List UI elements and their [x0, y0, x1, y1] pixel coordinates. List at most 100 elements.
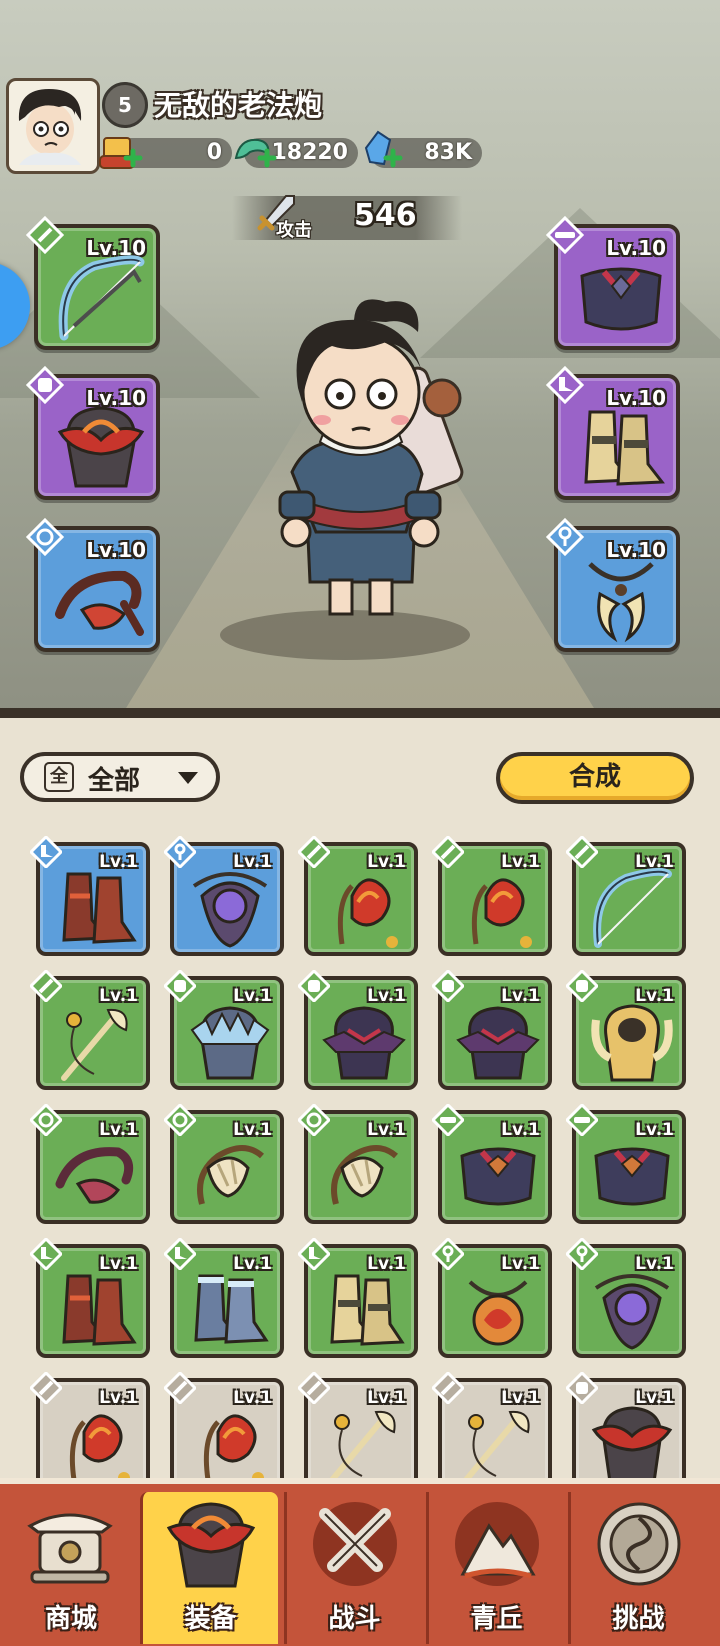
filter-dropdown[interactable]: 全 全部 — [20, 752, 220, 802]
inventory-item[interactable]: Lv.1 — [432, 1104, 552, 1224]
shop-icon — [27, 1513, 113, 1584]
bow-icon — [593, 867, 672, 948]
frost-helmet-icon — [190, 1006, 270, 1080]
inventory-panel: 全 全部 合成 Lv.1 Lv.1 Lv.1 Lv.1 Lv.1 Lv.1 Lv.1 Lv.1… — [0, 718, 720, 1492]
amulet-icon — [594, 1274, 670, 1350]
nav-label: 战斗 — [328, 1604, 381, 1634]
challenge-orb-icon — [597, 1502, 681, 1586]
nav-shop[interactable]: 商城 — [2, 1492, 140, 1644]
inventory-item[interactable]: Lv.1 — [298, 970, 418, 1090]
helmet-type-icon — [164, 970, 196, 1002]
necklace-icon — [588, 562, 654, 643]
boots-type-icon — [164, 1238, 196, 1270]
nav-label: 商城 — [44, 1604, 97, 1634]
resource-crystal-value: 83K — [424, 140, 472, 165]
nav-challenge[interactable]: 挑战 — [568, 1492, 706, 1644]
boots-type-icon — [30, 1238, 62, 1270]
nav-label: 装备 — [184, 1604, 237, 1634]
equip-slot-necklace[interactable]: Lv.10 — [546, 518, 680, 652]
helmet-type-icon — [432, 970, 464, 1002]
bone-bracer-icon — [197, 1145, 264, 1205]
inventory-item[interactable]: Lv.1 — [164, 836, 284, 956]
inventory-item[interactable]: Lv.1 — [566, 1372, 686, 1492]
bracer-icon — [55, 1147, 134, 1204]
inventory-item[interactable]: Lv.1 — [30, 1238, 150, 1358]
inventory-item[interactable]: Lv.1 — [432, 1238, 552, 1358]
inventory-item[interactable]: Lv.1 — [164, 970, 284, 1090]
flame-bow-icon — [203, 1414, 264, 1484]
resource-jade[interactable]: 18220 — [234, 138, 358, 168]
belt-type-icon — [432, 1104, 464, 1136]
belt-icon — [580, 267, 662, 331]
player-name: 无敌的老法炮 — [154, 89, 323, 122]
staff-bow-icon — [61, 1008, 128, 1081]
belt-icon — [460, 1147, 536, 1206]
nav-qingqiu[interactable]: 青丘 — [426, 1492, 564, 1644]
helmet-type-icon — [26, 366, 64, 404]
flame-bow-icon — [471, 878, 532, 948]
nav-label: 挑战 — [612, 1604, 665, 1634]
helmet-type-icon — [298, 970, 330, 1002]
inventory-item[interactable]: Lv.1 — [566, 836, 686, 956]
staff-bow-icon — [463, 1410, 530, 1483]
inventory-item[interactable]: Lv.1 — [164, 1238, 284, 1358]
weapon-type-icon — [432, 836, 464, 868]
synthesize-button[interactable]: 合成 — [496, 752, 694, 804]
inventory-item[interactable]: Lv.1 — [432, 970, 552, 1090]
inventory-item[interactable]: Lv.1 — [30, 1104, 150, 1224]
boots-type-icon — [298, 1238, 330, 1270]
inventory-item[interactable]: Lv.1 — [298, 1238, 418, 1358]
bracer-type-icon — [164, 1104, 196, 1136]
belt-type-icon — [566, 1104, 598, 1136]
necklace-type-icon — [566, 1238, 598, 1270]
attack-stat: 攻击 546 — [232, 195, 462, 241]
bracer-type-icon — [30, 1104, 62, 1136]
dark-helmet-icon — [322, 1006, 406, 1080]
belt-icon — [594, 1147, 670, 1206]
inventory-item[interactable]: Lv.1 — [298, 1372, 418, 1492]
weapon-type-icon — [164, 1372, 196, 1404]
resource-scroll-value: 0 — [206, 140, 222, 165]
necklace-type-icon — [546, 518, 584, 556]
nav-battle[interactable]: 战斗 — [284, 1492, 422, 1644]
attack-value: 546 — [354, 198, 417, 233]
weapon-type-icon — [30, 1372, 62, 1404]
weapon-type-icon — [30, 970, 62, 1002]
flame-bow-icon — [69, 1414, 130, 1484]
necklace-type-icon — [432, 1238, 464, 1270]
inventory-item[interactable]: Lv.1 — [566, 1238, 686, 1358]
equip-slot-boots[interactable]: Lv.10 — [546, 366, 680, 500]
equip-slot-bracer[interactable]: Lv.10 — [26, 518, 160, 652]
inventory-item[interactable]: Lv.1 — [164, 1104, 284, 1224]
inventory-item[interactable]: Lv.1 — [164, 1372, 284, 1492]
inventory-item[interactable]: Lv.1 — [30, 836, 150, 956]
helmet-type-icon — [566, 1372, 598, 1404]
jade-dragon-icon — [234, 138, 277, 168]
equip-slot-weapon[interactable]: Lv.10 — [26, 216, 160, 350]
resource-crystal[interactable]: 83K — [364, 130, 482, 168]
inventory-item[interactable]: Lv.1 — [298, 836, 418, 956]
weapon-type-icon — [298, 836, 330, 868]
chevron-down-icon — [178, 772, 198, 784]
equip-slot-belt[interactable]: Lv.10 — [546, 216, 680, 350]
crossed-swords-icon — [313, 1502, 397, 1586]
attack-label: 攻击 — [276, 220, 312, 241]
inventory-item[interactable]: Lv.1 — [298, 1104, 418, 1224]
equip-slot-helmet[interactable]: Lv.10 — [26, 366, 160, 500]
avatar[interactable] — [6, 78, 100, 174]
bone-bracer-icon — [331, 1145, 398, 1205]
inventory-item[interactable]: Lv.1 — [30, 1372, 150, 1492]
inventory-item[interactable]: Lv.1 — [30, 970, 150, 1090]
inventory-item[interactable]: Lv.1 — [566, 1104, 686, 1224]
inventory-item[interactable]: Lv.1 — [432, 836, 552, 956]
nav-equipment[interactable]: 装备 — [140, 1492, 278, 1644]
filter-all-icon: 全 — [44, 762, 74, 792]
inventory-item[interactable]: Lv.1 — [566, 970, 686, 1090]
dark-helmet-icon — [456, 1006, 540, 1080]
amulet-icon — [192, 872, 268, 948]
mountain-icon — [455, 1502, 539, 1586]
belt-type-icon — [546, 216, 584, 254]
inventory-item[interactable]: Lv.1 — [432, 1372, 552, 1492]
resource-scroll[interactable]: 0 — [99, 137, 232, 169]
frost-boots-icon — [194, 1274, 269, 1344]
